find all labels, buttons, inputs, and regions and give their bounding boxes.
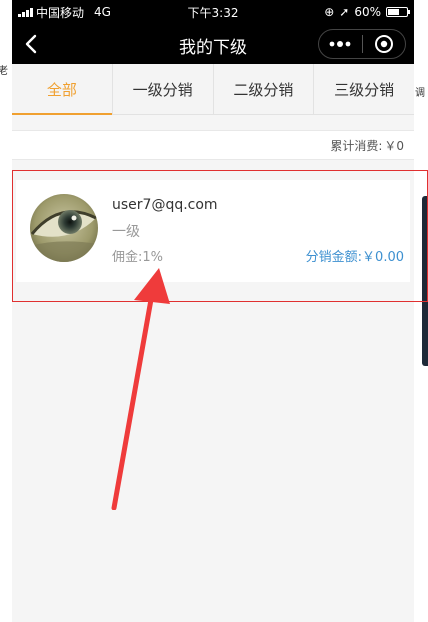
total-spend-row: 累计消费: ￥0 [12,130,414,160]
nav-bar: 我的下级 [12,24,414,64]
more-button[interactable] [319,30,362,58]
background-sliver-right: 调 [414,0,428,622]
annotation-arrow-icon [111,268,170,510]
annotation-highlight-box [12,170,428,302]
tab-level-3[interactable]: 三级分销 [314,64,414,114]
status-time: 下午3:32 [187,6,239,20]
background-sliver-left: 老 [0,0,12,622]
more-dots-icon [329,41,351,47]
target-circle-icon [374,35,393,53]
background-text-fragment: 调 [415,88,425,99]
mini-program-capsule [318,29,406,59]
tab-all[interactable]: 全部 [12,64,113,115]
battery-icon [386,7,410,17]
total-spend-amount: ￥0 [384,138,404,153]
status-bar: 中国移动 4G 下午3:32 ⊕ ➚ 60% [12,0,414,24]
total-spend-label: 累计消费: [330,138,383,153]
spacer [12,115,414,130]
background-text-fragment: 老 [0,66,8,77]
tab-level-2[interactable]: 二级分销 [214,64,315,114]
close-button[interactable] [363,30,406,58]
tab-level-1[interactable]: 一级分销 [113,64,214,114]
tab-bar: 全部 一级分销 二级分销 三级分销 [12,64,414,115]
phone-screen: 中国移动 4G 下午3:32 ⊕ ➚ 60% 我的下级 全部 一级分销 二级分销… [12,0,414,622]
